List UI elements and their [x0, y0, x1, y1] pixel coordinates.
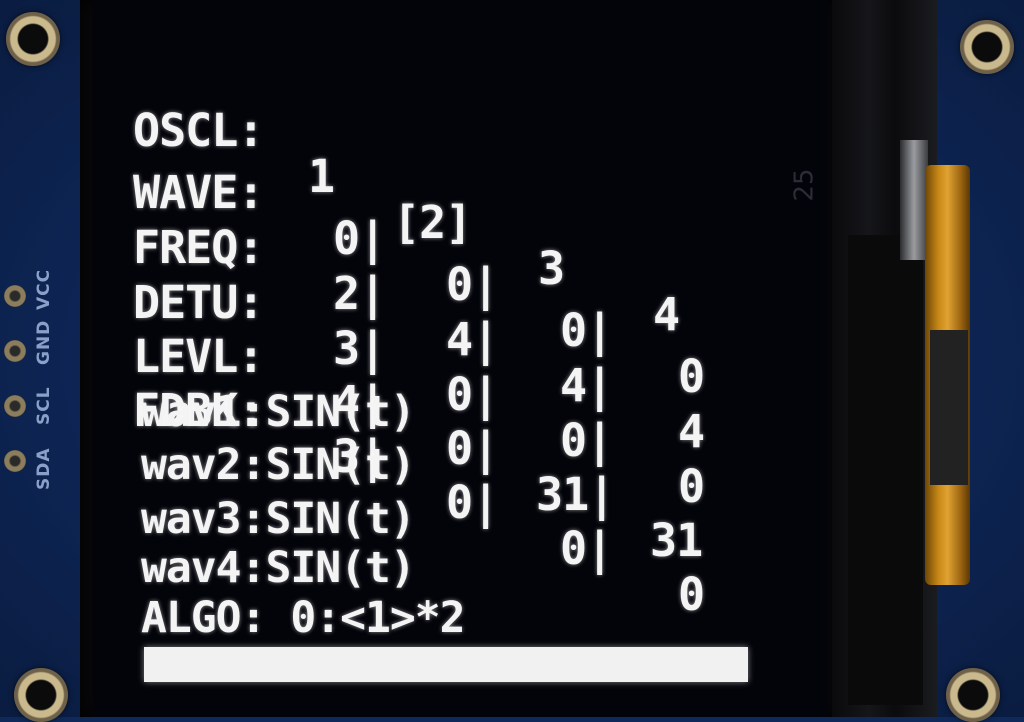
- param-cell: 0: [678, 460, 705, 513]
- wave-line-1: wav1:SIN(t): [141, 387, 416, 437]
- algo-line: ALGO: 0:<1>*2: [141, 593, 466, 643]
- osc-col-1: 1: [308, 150, 335, 203]
- silkscreen-number: 25: [789, 168, 820, 202]
- param-row-fdbk: FDBK: 3| 0| 0| 0: [128, 342, 705, 618]
- param-cell: 31|: [536, 468, 615, 521]
- osc-col-4: 4: [653, 288, 680, 341]
- flex-cable-band: [930, 330, 968, 485]
- pin-label-sda: SDA: [34, 447, 54, 490]
- param-cell: 4: [678, 405, 705, 458]
- mount-hole-bottom-left: [14, 668, 68, 722]
- glass-edge-dark: [848, 235, 923, 705]
- param-cell: 2|: [333, 267, 386, 320]
- wave-line-3: wav3:SIN(t): [141, 494, 416, 544]
- param-cell: 0|: [333, 212, 386, 265]
- wave-line-4: wav4:SIN(t): [141, 543, 416, 593]
- param-cell: 3|: [333, 322, 386, 375]
- param-row-levl: LEVL: 4| 0| 31| 31: [128, 288, 703, 564]
- osc-col-2-selected: [2]: [393, 196, 472, 249]
- progress-bar: [144, 647, 748, 682]
- pin-label-vcc: VCC: [34, 268, 54, 310]
- param-cell: 0|: [560, 414, 613, 467]
- param-cell: 0: [678, 568, 705, 621]
- mount-hole-top-right: [960, 20, 1014, 74]
- param-cell: 0|: [560, 522, 613, 575]
- param-cell: 31: [650, 514, 703, 567]
- oled-content: OSCL: 1 [2] 3 4 WAVE: 0| 0| 0| 0 FREQ: 2…: [128, 62, 768, 702]
- display-connector: [900, 140, 928, 260]
- mount-hole-top-left: [6, 12, 60, 66]
- pin-vcc: [4, 285, 26, 307]
- param-cell: 4|: [446, 313, 499, 366]
- pin-sda: [4, 450, 26, 472]
- param-row-wave: WAVE: 0| 0| 0| 0: [128, 124, 705, 400]
- param-cell: 0|: [446, 258, 499, 311]
- param-cell: 0: [678, 350, 705, 403]
- osc-col-3: 3: [538, 242, 565, 295]
- param-cell: 0|: [446, 476, 499, 529]
- param-cell: 0|: [560, 304, 613, 357]
- param-row-freq: FREQ: 2| 4| 4| 4: [128, 179, 705, 455]
- wave-line-2: wav2:SIN(t): [141, 440, 416, 490]
- mount-hole-bottom-right: [946, 668, 1000, 722]
- param-cell: 4|: [560, 359, 613, 412]
- param-row-detu: DETU: 3| 0| 0| 0: [128, 234, 705, 510]
- pin-label-scl: SCL: [34, 386, 54, 425]
- pin-label-gnd: GND: [34, 319, 54, 365]
- pin-scl: [4, 395, 26, 417]
- param-cell: 0|: [446, 368, 499, 421]
- oscillator-header-row: OSCL: 1 [2] 3 4: [128, 62, 680, 338]
- param-cell: 0|: [446, 422, 499, 475]
- pin-gnd: [4, 340, 26, 362]
